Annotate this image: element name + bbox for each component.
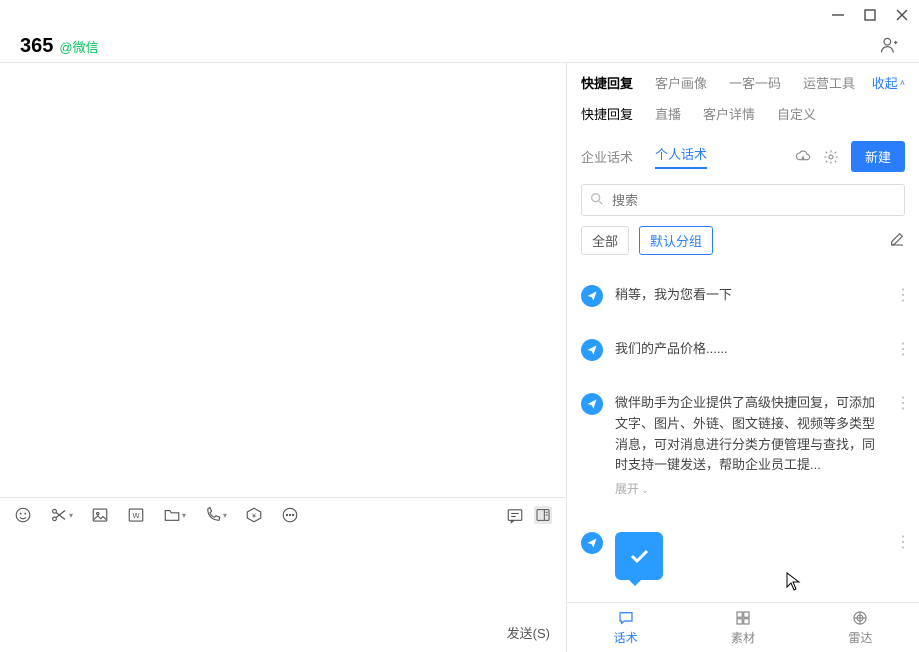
contact-title: 365 (20, 35, 53, 58)
call-button[interactable]: ▾ (204, 506, 227, 524)
send-icon (581, 393, 603, 415)
reply-item[interactable]: ⋮ (581, 522, 911, 602)
reply-item[interactable]: 稍等，我为您看一下 ⋮ (581, 275, 911, 329)
chat-history (0, 63, 566, 497)
reply-item[interactable]: 微伴助手为企业提供了高级快捷回复，可添加文字、图片、外链、图文链接、视频等多类型… (581, 383, 911, 522)
nav-label: 素材 (731, 629, 755, 646)
reply-text: 我们的产品价格...... (615, 339, 883, 361)
add-contact-button[interactable] (879, 35, 899, 58)
chevron-down-icon: ▾ (182, 511, 186, 520)
cloud-sync-icon[interactable] (795, 149, 811, 165)
reply-list: 稍等，我为您看一下 ⋮ 我们的产品价格...... ⋮ 微伴助手为企业提供了高级… (567, 265, 919, 602)
tab-ops-tools[interactable]: 运营工具 (803, 73, 855, 92)
collapse-label: 收起 (872, 73, 898, 92)
message-input[interactable] (0, 532, 566, 617)
side-subtabs: 快捷回复 直播 客户详情 自定义 (567, 98, 919, 133)
nav-materials[interactable]: 素材 (684, 603, 801, 652)
subtab-live[interactable]: 直播 (655, 104, 681, 123)
chevron-down-icon: ⌄ (641, 483, 649, 497)
new-button[interactable]: 新建 (851, 141, 905, 172)
chevron-down-icon: ▾ (223, 511, 227, 520)
phone-icon (204, 506, 222, 524)
window-titlebar (0, 0, 919, 30)
currency-icon[interactable]: ¥ (245, 506, 263, 524)
expand-button[interactable]: 展开 ⌄ (615, 480, 649, 499)
more-icon[interactable] (281, 506, 299, 524)
svg-text:W: W (132, 511, 140, 520)
nav-scripts[interactable]: 话术 (567, 603, 684, 652)
tab-quick-reply[interactable]: 快捷回复 (581, 73, 633, 92)
send-button[interactable]: 发送(S) (507, 623, 550, 642)
header: 365 @微信 (0, 30, 919, 62)
maximize-button[interactable] (863, 8, 877, 22)
tab-one-code[interactable]: 一客一码 (729, 73, 781, 92)
reply-text: 微伴助手为企业提供了高级快捷回复，可添加文字、图片、外链、图文链接、视频等多类型… (615, 393, 883, 500)
radar-icon (851, 609, 869, 627)
chevron-down-icon: ▾ (69, 511, 73, 520)
image-icon[interactable] (91, 506, 109, 524)
check-bubble-icon (615, 532, 663, 580)
send-icon (581, 285, 603, 307)
side-panel: 快捷回复 客户画像 一客一码 运营工具 收起˄ 快捷回复 直播 客户详情 自定义… (567, 63, 919, 652)
scissors-button[interactable]: ▾ (50, 506, 73, 524)
quick-reply-icon[interactable] (506, 506, 524, 524)
reply-more-icon[interactable]: ⋮ (895, 532, 911, 580)
chat-bubble-icon (617, 609, 635, 627)
side-tabs: 快捷回复 客户画像 一客一码 运营工具 (581, 73, 855, 92)
folder-icon (163, 506, 181, 524)
reply-media (615, 532, 883, 580)
subtab-customer-detail[interactable]: 客户详情 (703, 104, 755, 123)
chat-area: ▾ W ▾ ▾ ¥ (0, 63, 567, 652)
subtab-custom[interactable]: 自定义 (777, 104, 816, 123)
scissors-icon (50, 506, 68, 524)
word-icon[interactable]: W (127, 506, 145, 524)
reply-more-icon[interactable]: ⋮ (895, 285, 911, 307)
nav-label: 雷达 (848, 629, 872, 646)
collapse-button[interactable]: 收起˄ (872, 73, 905, 92)
search-input[interactable] (581, 184, 905, 216)
edit-icon[interactable] (889, 231, 905, 250)
category-enterprise[interactable]: 企业话术 (581, 147, 633, 166)
nav-radar[interactable]: 雷达 (802, 603, 919, 652)
folder-button[interactable]: ▾ (163, 506, 186, 524)
send-icon (581, 339, 603, 361)
subtab-quick-reply[interactable]: 快捷回复 (581, 104, 633, 123)
group-default[interactable]: 默认分组 (639, 226, 713, 255)
search-icon (589, 191, 605, 207)
svg-text:¥: ¥ (252, 513, 256, 520)
tab-customer-profile[interactable]: 客户画像 (655, 73, 707, 92)
reply-more-icon[interactable]: ⋮ (895, 339, 911, 361)
reply-item[interactable]: 我们的产品价格...... ⋮ (581, 329, 911, 383)
input-toolbar: ▾ W ▾ ▾ ¥ (0, 498, 566, 532)
minimize-button[interactable] (831, 8, 845, 22)
send-icon (581, 532, 603, 554)
chevron-up-icon: ˄ (900, 78, 905, 88)
grid-icon (734, 609, 752, 627)
category-personal[interactable]: 个人话术 (655, 144, 707, 169)
panel-toggle-icon[interactable] (534, 506, 552, 524)
contact-source: @微信 (59, 37, 98, 56)
reply-more-icon[interactable]: ⋮ (895, 393, 911, 500)
reply-text-body: 微伴助手为企业提供了高级快捷回复，可添加文字、图片、外链、图文链接、视频等多类型… (615, 395, 875, 472)
emoji-icon[interactable] (14, 506, 32, 524)
chat-input-area: ▾ W ▾ ▾ ¥ (0, 497, 566, 652)
group-all[interactable]: 全部 (581, 226, 629, 255)
gear-icon[interactable] (823, 149, 839, 165)
nav-label: 话术 (614, 629, 638, 646)
close-button[interactable] (895, 8, 909, 22)
bottom-nav: 话术 素材 雷达 (567, 602, 919, 652)
reply-text: 稍等，我为您看一下 (615, 285, 883, 307)
